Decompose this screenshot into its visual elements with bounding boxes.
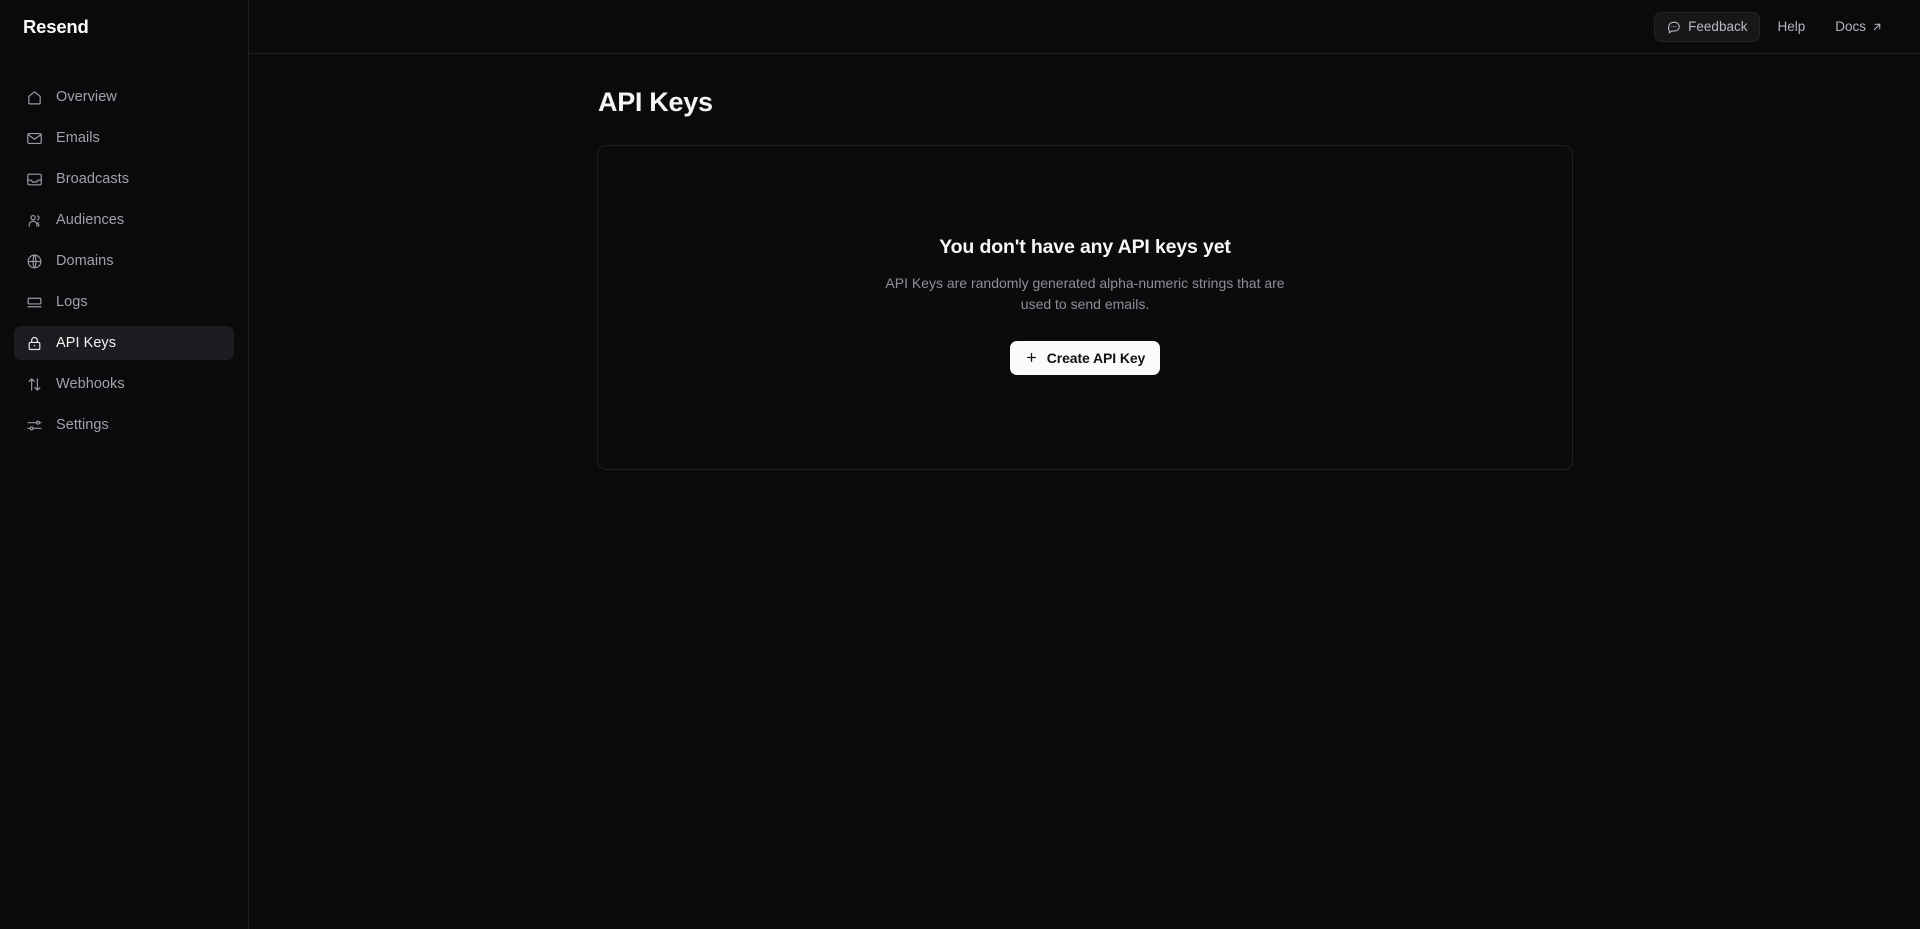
sidebar-item-broadcasts[interactable]: Broadcasts xyxy=(14,162,234,196)
sidebar-item-label: Emails xyxy=(56,129,100,146)
content-region: API Keys You don't have any API keys yet… xyxy=(249,54,1920,929)
envelope-icon xyxy=(26,130,43,147)
brand-logo[interactable]: Resend xyxy=(0,0,248,54)
content-inner: API Keys You don't have any API keys yet… xyxy=(597,87,1573,470)
globe-icon xyxy=(26,253,43,270)
sidebar-item-label: Overview xyxy=(56,88,117,105)
logs-icon xyxy=(26,294,43,311)
page-title: API Keys xyxy=(598,87,713,117)
sidebar-item-label: Audiences xyxy=(56,211,125,228)
sidebar-item-label: Settings xyxy=(56,416,109,433)
sidebar-nav: Overview Emails Broadcasts Audiences Dom… xyxy=(0,80,248,448)
empty-state-title: You don't have any API keys yet xyxy=(939,236,1231,259)
sidebar-item-settings[interactable]: Settings xyxy=(14,408,234,442)
sidebar-item-webhooks[interactable]: Webhooks xyxy=(14,367,234,401)
top-bar: Feedback Help Docs xyxy=(249,0,1920,54)
docs-link[interactable]: Docs xyxy=(1822,12,1896,42)
brand-name: Resend xyxy=(23,16,89,37)
api-keys-card: You don't have any API keys yet API Keys… xyxy=(597,145,1573,470)
sidebar-item-label: Logs xyxy=(56,293,88,310)
help-link[interactable]: Help xyxy=(1764,12,1818,42)
create-api-key-label: Create API Key xyxy=(1046,349,1146,366)
app-root: Resend Overview Emails Broadcasts Audien… xyxy=(0,0,1920,929)
sidebar: Resend Overview Emails Broadcasts Audien… xyxy=(0,0,249,929)
sidebar-item-label: Domains xyxy=(56,252,114,269)
help-label: Help xyxy=(1777,19,1806,34)
sidebar-item-api-keys[interactable]: API Keys xyxy=(14,326,234,360)
external-link-arrow-icon xyxy=(1871,21,1883,33)
sidebar-item-logs[interactable]: Logs xyxy=(14,285,234,319)
sliders-icon xyxy=(26,417,43,434)
sidebar-item-label: Webhooks xyxy=(56,375,125,392)
home-icon xyxy=(26,89,43,106)
sidebar-item-domains[interactable]: Domains xyxy=(14,244,234,278)
sidebar-item-overview[interactable]: Overview xyxy=(14,80,234,114)
sidebar-item-audiences[interactable]: Audiences xyxy=(14,203,234,237)
empty-state: You don't have any API keys yet API Keys… xyxy=(865,236,1305,375)
lock-icon xyxy=(26,335,43,352)
docs-label: Docs xyxy=(1835,19,1866,34)
feedback-label: Feedback xyxy=(1688,19,1748,34)
sidebar-item-label: Broadcasts xyxy=(56,170,130,187)
arrows-updown-icon xyxy=(26,376,43,393)
message-bubble-icon xyxy=(1667,20,1681,34)
inbox-icon xyxy=(26,171,43,188)
users-icon xyxy=(26,212,43,229)
create-api-key-button[interactable]: Create API Key xyxy=(1009,340,1161,375)
sidebar-item-emails[interactable]: Emails xyxy=(14,121,234,155)
feedback-button[interactable]: Feedback xyxy=(1654,11,1761,42)
plus-icon xyxy=(1025,351,1038,364)
sidebar-item-label: API Keys xyxy=(56,334,117,351)
main-area: Feedback Help Docs API Keys You don't ha… xyxy=(249,0,1920,929)
empty-state-description: API Keys are randomly generated alpha-nu… xyxy=(885,275,1285,312)
